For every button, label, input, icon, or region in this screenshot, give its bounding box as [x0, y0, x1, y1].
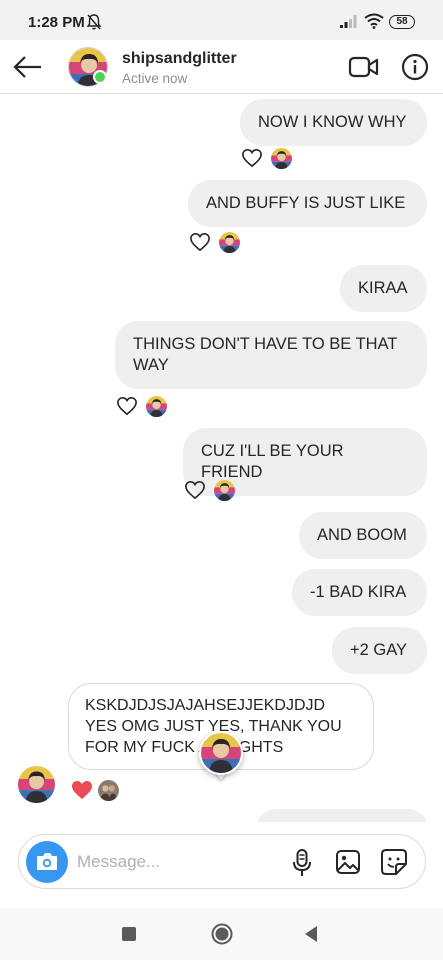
heart-liked-icon[interactable]: [70, 779, 94, 801]
seen-avatar: [271, 148, 292, 169]
camera-button[interactable]: [26, 841, 68, 883]
microphone-icon[interactable]: [291, 848, 313, 878]
message-reactions: [189, 231, 240, 253]
wifi-icon: [364, 13, 384, 29]
seen-avatar: [214, 480, 235, 501]
message-bubble[interactable]: NOW I KNOW WHY: [240, 99, 427, 146]
camera-icon: [37, 853, 57, 870]
message-bubble[interactable]: AND BOOM: [299, 512, 427, 559]
sender-avatar[interactable]: [18, 766, 55, 803]
message-bubble[interactable]: AND BUFFY IS JUST LIKE: [188, 180, 427, 227]
gallery-icon[interactable]: [335, 849, 361, 875]
online-indicator: [93, 70, 107, 84]
chat-header: shipsandglitter Active now: [0, 40, 443, 94]
back-arrow-icon[interactable]: [12, 54, 44, 80]
recents-icon[interactable]: [122, 927, 136, 941]
system-nav-bar: [0, 908, 443, 960]
sticker-icon[interactable]: [380, 848, 408, 876]
video-call-icon[interactable]: [348, 53, 380, 81]
active-status: Active now: [122, 71, 188, 86]
home-icon[interactable]: [211, 923, 233, 945]
back-icon[interactable]: [303, 925, 319, 943]
signal-icon: [340, 15, 357, 28]
message-reactions: [241, 147, 292, 169]
status-bar: 1:28 PM 58: [0, 0, 443, 40]
heart-icon[interactable]: [241, 148, 263, 168]
message-bubble[interactable]: [256, 809, 428, 822]
bell-off-icon: [86, 14, 102, 30]
message-reactions: [70, 779, 119, 801]
reaction-avatar: [199, 731, 243, 775]
heart-icon[interactable]: [116, 396, 138, 416]
battery-indicator: 58: [389, 15, 415, 29]
heart-icon[interactable]: [189, 232, 211, 252]
info-icon[interactable]: [401, 53, 429, 81]
status-time: 1:28 PM: [28, 14, 85, 31]
message-reactions: [116, 395, 167, 417]
message-composer: [18, 834, 426, 889]
message-bubble[interactable]: +2 GAY: [332, 627, 427, 674]
username[interactable]: shipsandglitter: [122, 50, 237, 68]
seen-avatar: [219, 232, 240, 253]
message-bubble[interactable]: THINGS DON'T HAVE TO BE THAT WAY: [115, 321, 427, 389]
message-input[interactable]: [77, 851, 277, 873]
seen-avatar: [146, 396, 167, 417]
heart-icon[interactable]: [184, 480, 206, 500]
chat-thread[interactable]: NOW I KNOW WHY AND BUFFY IS JUST LIKE KI…: [0, 95, 443, 822]
message-bubble[interactable]: -1 BAD KIRA: [292, 569, 427, 616]
reactor-avatar: [98, 779, 119, 801]
message-reactions: [184, 479, 235, 501]
message-bubble[interactable]: KIRAA: [340, 265, 427, 312]
